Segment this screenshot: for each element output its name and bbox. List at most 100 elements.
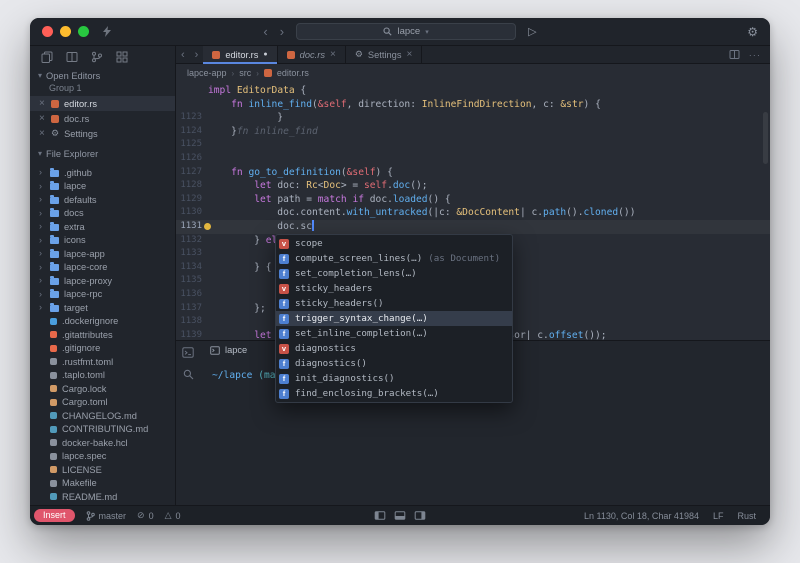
open-editor-item[interactable]: × editor.rs	[30, 96, 175, 111]
language-mode[interactable]: Rust	[737, 511, 756, 521]
open-editor-item[interactable]: × ⚙ Settings	[30, 126, 175, 141]
code-line[interactable]: 1131 doc.sc	[176, 219, 770, 234]
tree-file-item[interactable]: Cargo.lock	[30, 382, 175, 396]
tree-file-item[interactable]: LICENSE	[30, 463, 175, 477]
completion-item[interactable]: v diagnostics	[276, 341, 512, 356]
code-line[interactable]: impl EditorData {	[176, 84, 770, 98]
editor-layout-view-icon[interactable]	[66, 51, 78, 63]
line-ending-indicator[interactable]: LF	[713, 511, 724, 521]
completion-item[interactable]: f trigger_syntax_change(…)	[276, 311, 512, 326]
file-explorer-header[interactable]: ▾ File Explorer	[30, 146, 175, 161]
tree-file-item[interactable]: .taplo.toml	[30, 369, 175, 383]
tree-file-item[interactable]: .gitignore	[30, 342, 175, 356]
tree-file-item[interactable]: README.md	[30, 490, 175, 504]
cursor-position[interactable]: Ln 1130, Col 18, Char 41984	[584, 511, 699, 521]
breadcrumb-item[interactable]: lapce-app	[187, 68, 227, 78]
code-line[interactable]: 1125	[176, 138, 770, 152]
tree-folder-item[interactable]: › lapce-core	[30, 261, 175, 275]
back-button[interactable]: ‹	[263, 25, 267, 38]
code-line[interactable]: 1128 let doc: Rc<Doc> = self.doc();	[176, 179, 770, 193]
toggle-right-panel-icon[interactable]	[414, 511, 426, 520]
file-explorer-view-icon[interactable]	[41, 51, 53, 63]
terminal-panel-icon[interactable]	[182, 347, 194, 358]
code-token: ) {	[375, 166, 393, 178]
close-icon[interactable]: ×	[39, 128, 46, 139]
terminal-tab[interactable]: lapce	[200, 341, 257, 359]
tree-folder-item[interactable]: › target	[30, 301, 175, 315]
tree-folder-item[interactable]: › defaults	[30, 193, 175, 207]
code-line[interactable]: 1129 let path = match if doc.loaded() {	[176, 193, 770, 207]
editor-tab[interactable]: ⚙ Settings ×	[346, 46, 423, 63]
breadcrumb-item[interactable]: editor.rs	[277, 68, 309, 78]
completion-item[interactable]: f compute_screen_lines(…) (as Document)	[276, 251, 512, 266]
tab-forward-button[interactable]: ›	[190, 49, 204, 61]
source-control-view-icon[interactable]	[91, 51, 103, 63]
tree-folder-item[interactable]: › lapce-proxy	[30, 274, 175, 288]
close-icon[interactable]: ×	[330, 49, 336, 60]
code-line[interactable]: 1123 }	[176, 111, 770, 125]
code-line[interactable]: 1130 doc.content.with_untracked(|c: &Doc…	[176, 206, 770, 220]
chevron-right-icon: ›	[39, 288, 42, 299]
chevron-right-icon: ›	[39, 234, 42, 245]
completion-item[interactable]: f diagnostics()	[276, 356, 512, 371]
completion-item[interactable]: f set_inline_completion(…)	[276, 326, 512, 341]
completion-item[interactable]: v sticky_headers	[276, 281, 512, 296]
editor-tab[interactable]: doc.rs ×	[278, 46, 346, 63]
tree-folder-item[interactable]: › lapce	[30, 180, 175, 194]
git-branch-indicator[interactable]: master	[86, 511, 126, 521]
tab-back-button[interactable]: ‹	[176, 49, 190, 61]
tree-file-item[interactable]: Makefile	[30, 477, 175, 491]
text-cursor	[311, 219, 314, 231]
tree-file-item[interactable]: docker-bake.hcl	[30, 436, 175, 450]
tree-folder-item[interactable]: › docs	[30, 207, 175, 221]
code-line[interactable]: 1127 fn go_to_definition(&self) {	[176, 166, 770, 180]
completion-item[interactable]: f set_completion_lens(…)	[276, 266, 512, 281]
tree-folder-item[interactable]: › icons	[30, 234, 175, 248]
code-action-lightbulb-icon[interactable]	[204, 222, 211, 230]
editor-scrollbar[interactable]	[763, 112, 768, 164]
close-icon[interactable]: ×	[407, 49, 413, 60]
tree-folder-item[interactable]: › .github	[30, 166, 175, 180]
open-editors-header[interactable]: ▾ Open Editors	[30, 68, 175, 83]
breadcrumb-item[interactable]: src	[239, 68, 251, 78]
forward-button[interactable]: ›	[280, 25, 284, 38]
split-editor-icon[interactable]	[729, 49, 740, 60]
command-palette-button[interactable]: lapce ▾	[296, 23, 517, 40]
run-button[interactable]: ▷	[528, 25, 536, 38]
tree-file-item[interactable]: .gitattributes	[30, 328, 175, 342]
folder-icon	[50, 208, 59, 218]
open-editor-item[interactable]: × doc.rs	[30, 111, 175, 126]
completion-suffix: (as Document)	[428, 253, 501, 264]
statusbar-right: Ln 1130, Col 18, Char 41984 LF Rust	[584, 511, 760, 521]
error-count[interactable]: ⊘ 0	[137, 510, 154, 521]
tree-folder-item[interactable]: › lapce-rpc	[30, 288, 175, 302]
code-line[interactable]: fn inline_find(&self, direction: InlineF…	[176, 98, 770, 112]
completion-item[interactable]: f sticky_headers()	[276, 296, 512, 311]
tree-file-item[interactable]: CONTRIBUTING.md	[30, 423, 175, 437]
plugin-view-icon[interactable]	[116, 51, 128, 63]
tree-file-item[interactable]: .dockerignore	[30, 315, 175, 329]
tree-folder-item[interactable]: › extra	[30, 220, 175, 234]
warning-count[interactable]: △ 0	[165, 510, 181, 521]
tree-file-item[interactable]: .rustfmt.toml	[30, 355, 175, 369]
tree-file-item[interactable]: lapce.spec	[30, 450, 175, 464]
tree-folder-item[interactable]: › lapce-app	[30, 247, 175, 261]
tree-file-item[interactable]: Cargo.toml	[30, 396, 175, 410]
editor-tab[interactable]: editor.rs ●	[203, 46, 278, 64]
code-text: } {	[208, 261, 271, 275]
completion-item[interactable]: v scope	[276, 236, 512, 251]
close-icon[interactable]: ×	[39, 113, 46, 124]
code-token: };	[208, 302, 266, 314]
editor-mode-badge[interactable]: Insert	[34, 509, 75, 522]
toggle-bottom-panel-icon[interactable]	[394, 511, 406, 520]
toggle-left-panel-icon[interactable]	[374, 511, 386, 520]
code-line[interactable]: 1124 }fn inline_find	[176, 125, 770, 139]
search-panel-icon[interactable]	[183, 369, 194, 380]
completion-item[interactable]: f find_enclosing_brackets(…)	[276, 386, 512, 401]
code-line[interactable]: 1126	[176, 152, 770, 166]
tree-file-item[interactable]: CHANGELOG.md	[30, 409, 175, 423]
close-icon[interactable]: ×	[39, 98, 46, 109]
completion-item[interactable]: f init_diagnostics()	[276, 371, 512, 386]
more-actions-icon[interactable]: ···	[749, 50, 761, 60]
warning-icon: △	[164, 510, 172, 520]
